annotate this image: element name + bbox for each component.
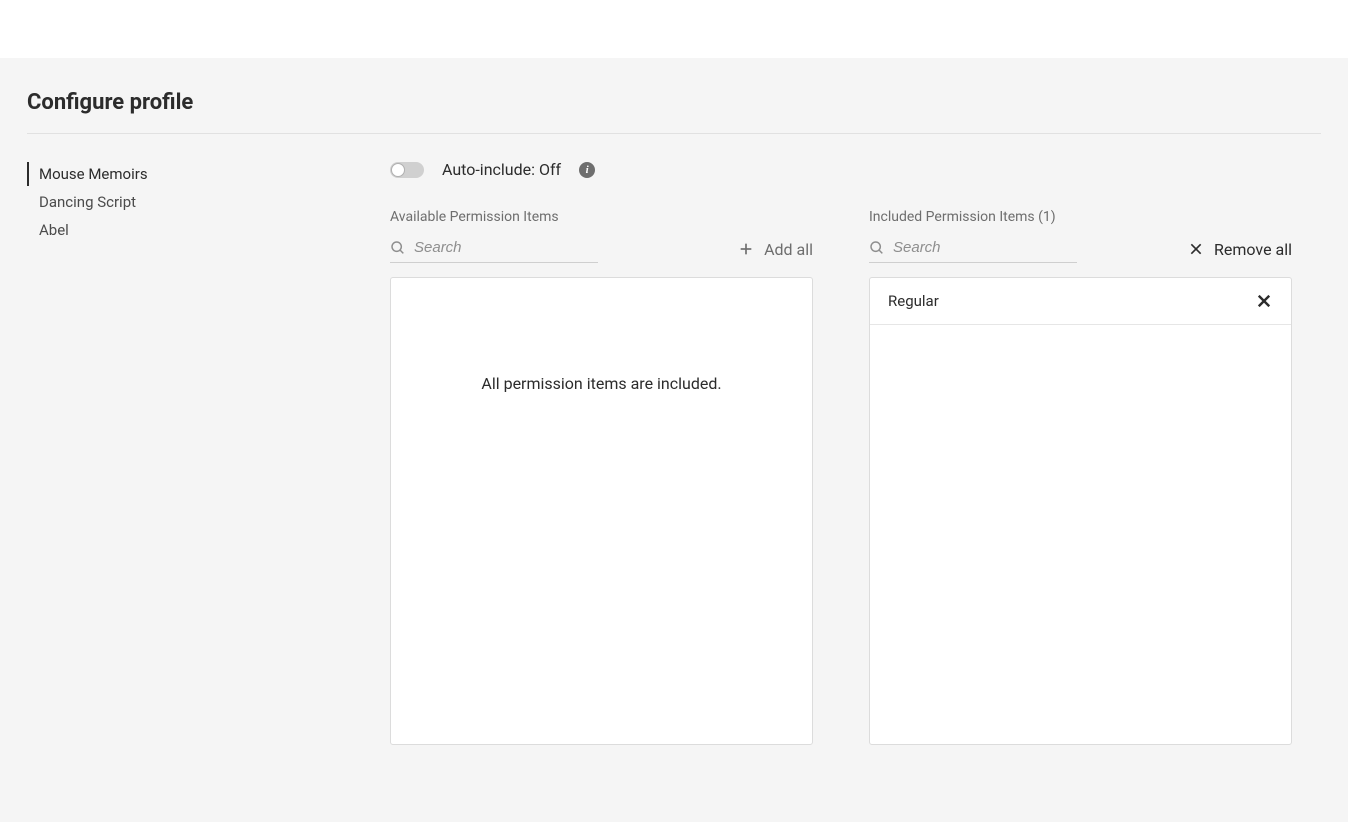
panels: Available Permission Items	[360, 209, 1292, 745]
included-panel: Included Permission Items (1)	[869, 209, 1292, 745]
main-panel: Auto-include: Off i Available Permission…	[360, 160, 1348, 745]
included-search-row: Remove all	[869, 235, 1292, 263]
sidebar-item-abel[interactable]: Abel	[27, 216, 360, 244]
auto-include-row: Auto-include: Off i	[360, 160, 1292, 179]
available-search-row: Add all	[390, 235, 813, 263]
list-item[interactable]: Regular	[870, 278, 1291, 325]
close-icon	[1188, 241, 1204, 257]
available-search-box[interactable]	[390, 235, 598, 263]
included-header: Included Permission Items (1)	[869, 209, 1292, 225]
available-list: All permission items are included.	[390, 277, 813, 745]
configure-profile-page: Configure profile Mouse Memoirs Dancing …	[0, 58, 1348, 822]
remove-item-button[interactable]	[1255, 292, 1273, 310]
sidebar: Mouse Memoirs Dancing Script Abel	[0, 160, 360, 745]
page-title: Configure profile	[0, 58, 1348, 133]
list-item-label: Regular	[888, 292, 939, 310]
available-header: Available Permission Items	[390, 209, 813, 225]
available-empty-message: All permission items are included.	[391, 278, 812, 393]
add-all-button[interactable]: Add all	[738, 240, 813, 259]
close-icon	[1255, 292, 1273, 310]
auto-include-label: Auto-include: Off	[442, 160, 561, 179]
search-icon	[390, 240, 406, 256]
available-panel: Available Permission Items	[390, 209, 813, 745]
info-icon[interactable]: i	[579, 162, 595, 178]
sidebar-item-mouse-memoirs[interactable]: Mouse Memoirs	[27, 160, 360, 188]
content-area: Mouse Memoirs Dancing Script Abel Auto-i…	[0, 134, 1348, 745]
sidebar-item-label: Mouse Memoirs	[39, 165, 148, 183]
sidebar-item-dancing-script[interactable]: Dancing Script	[27, 188, 360, 216]
add-all-label: Add all	[764, 240, 813, 259]
toggle-knob	[391, 163, 405, 177]
available-search-input[interactable]	[414, 239, 598, 256]
sidebar-item-label: Dancing Script	[39, 193, 136, 211]
search-icon	[869, 240, 885, 256]
included-list: Regular	[869, 277, 1292, 745]
included-search-box[interactable]	[869, 235, 1077, 263]
plus-icon	[738, 241, 754, 257]
auto-include-toggle[interactable]	[390, 162, 424, 178]
remove-all-button[interactable]: Remove all	[1188, 240, 1292, 259]
remove-all-label: Remove all	[1214, 240, 1292, 259]
included-search-input[interactable]	[893, 239, 1077, 256]
sidebar-item-label: Abel	[39, 221, 69, 239]
